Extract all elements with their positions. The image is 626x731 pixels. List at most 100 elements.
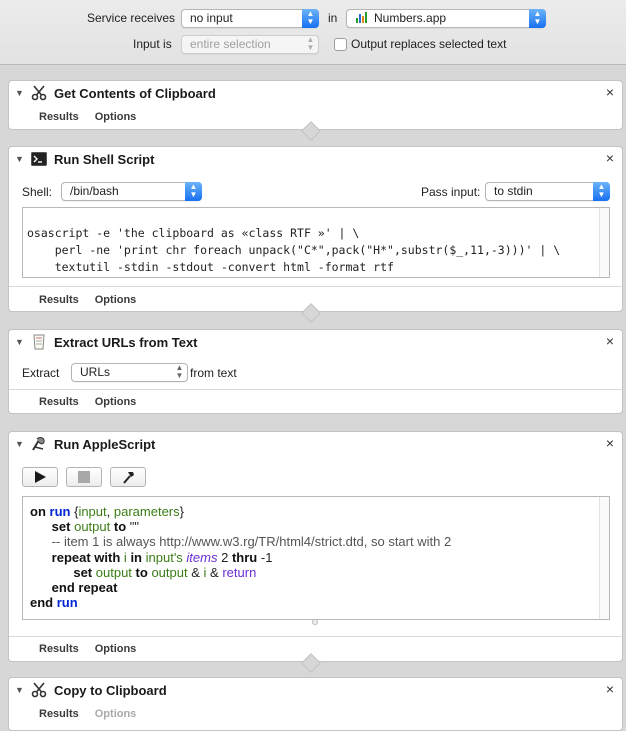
action-tabs: Results Options [39, 396, 152, 408]
close-icon[interactable]: × [606, 84, 614, 100]
operator: & [210, 564, 219, 580]
action-title: Copy to Clipboard [54, 683, 167, 698]
var-input: input's [145, 549, 183, 565]
from-text-label: from text [190, 366, 237, 380]
tabs-divider [9, 389, 622, 390]
shell-script-editor[interactable]: osascript -e 'the clipboard as «class RT… [22, 207, 610, 278]
close-icon[interactable]: × [606, 150, 614, 166]
const-return: return [222, 564, 257, 580]
action-run-shell-script: ▼ Run Shell Script × Shell: /bin/bash ▲ ▼… [8, 146, 623, 312]
service-header: Service receives no input ▲ ▼ in Numbers.… [0, 0, 626, 65]
action-tabs: Results Options [39, 643, 152, 655]
run-button[interactable] [22, 467, 58, 487]
input-is-label: Input is [133, 37, 172, 51]
code-line: textutil -stdin -stdout -convert html -f… [27, 260, 394, 274]
options-tab[interactable]: Options [95, 111, 137, 123]
scissors-icon [31, 85, 47, 101]
action-tabs: Results Options [39, 111, 152, 123]
kw-in: in [130, 549, 142, 565]
string-literal: "" [129, 519, 140, 535]
shell-label: Shell: [22, 185, 53, 199]
action-run-applescript: ▼ Run AppleScript × on run {input, param… [8, 431, 623, 662]
results-tab[interactable]: Results [39, 643, 79, 655]
pass-input-label: Pass input: [421, 185, 481, 199]
results-tab[interactable]: Results [39, 708, 79, 720]
output-replaces-label: Output replaces selected text [351, 37, 507, 51]
collapse-triangle-icon[interactable]: ▼ [15, 337, 24, 347]
action-get-clipboard: ▼ Get Contents of Clipboard × Results Opt… [8, 80, 623, 130]
tabs-divider [9, 286, 622, 287]
tabs-divider [9, 636, 622, 637]
action-title: Run AppleScript [54, 437, 156, 452]
compile-button[interactable] [110, 467, 146, 487]
app-value: Numbers.app [374, 11, 447, 25]
number: 2 [221, 549, 229, 565]
options-tab[interactable]: Options [95, 643, 137, 655]
collapse-triangle-icon[interactable]: ▼ [15, 685, 24, 695]
run-icon [35, 471, 46, 483]
action-title: Extract URLs from Text [54, 335, 198, 350]
results-tab[interactable]: Results [39, 396, 79, 408]
shell-popup[interactable]: /bin/bash ▲ ▼ [61, 182, 202, 201]
applescript-editor[interactable]: on run {input, parameters} set output to… [22, 496, 610, 620]
comment: -- item 1 is always http://www.w3.rg/TR/… [51, 534, 452, 550]
code-line: on run {input, parameters} [30, 504, 602, 519]
popup-arrows-icon: ▲ ▼ [302, 9, 319, 28]
extract-label: Extract [22, 366, 60, 380]
kw-set: set [73, 564, 93, 580]
popup-arrows-icon: ▲ ▼ [593, 182, 610, 201]
options-tab[interactable]: Options [95, 708, 137, 720]
hammer-icon [123, 472, 134, 484]
close-icon[interactable]: × [606, 681, 614, 697]
action-title: Get Contents of Clipboard [54, 86, 216, 101]
stop-icon [78, 471, 90, 483]
popup-arrows-icon: ▲ ▼ [306, 35, 315, 52]
kw-run: run [49, 504, 71, 519]
collapse-triangle-icon[interactable]: ▼ [15, 154, 24, 164]
pass-input-popup[interactable]: to stdin ▲ ▼ [485, 182, 610, 201]
action-copy-clipboard: ▼ Copy to Clipboard × Results Options [8, 677, 623, 731]
var-output: output [151, 564, 188, 580]
app-popup[interactable]: Numbers.app ▲ ▼ [346, 9, 546, 28]
kw-repeat-with: repeat with [51, 549, 121, 565]
close-icon[interactable]: × [606, 435, 614, 451]
resize-handle[interactable] [312, 619, 318, 625]
code-line: end run [30, 595, 602, 610]
numbers-app-icon [355, 11, 368, 23]
code-line: -- item 1 is always http://www.w3.rg/TR/… [30, 534, 602, 549]
input-is-value: entire selection [190, 37, 271, 51]
popup-arrows-icon: ▲ ▼ [185, 182, 202, 201]
var-i: i [203, 564, 207, 580]
pass-input-value: to stdin [494, 184, 533, 198]
code-line: perl -ne 'print chr foreach unpack("C*",… [27, 243, 561, 257]
results-tab[interactable]: Results [39, 294, 79, 306]
vertical-scrollbar[interactable] [599, 497, 609, 619]
kw-end-repeat: end repeat [51, 580, 118, 596]
kw-set: set [51, 519, 71, 535]
extract-popup[interactable]: URLs ▲ ▼ [71, 363, 188, 382]
options-tab[interactable]: Options [95, 294, 137, 306]
applescript-icon [32, 437, 45, 451]
output-replaces-checkbox[interactable] [334, 38, 347, 51]
kw-to: to [113, 519, 127, 535]
extract-value: URLs [80, 365, 111, 379]
number: -1 [260, 549, 273, 565]
kw-on: on [30, 504, 46, 519]
kw-end: end [30, 595, 54, 611]
code-line: set output to output & i & return [30, 565, 602, 580]
kw-to: to [135, 564, 148, 580]
close-icon[interactable]: × [606, 333, 614, 349]
collapse-triangle-icon[interactable]: ▼ [15, 88, 24, 98]
results-tab[interactable]: Results [39, 111, 79, 123]
code-line: repeat with i in input's items 2 thru -1 [30, 550, 602, 565]
input-is-popup[interactable]: entire selection ▲ ▼ [181, 35, 319, 54]
script-toolbar [22, 467, 162, 487]
var-parameters: parameters [113, 504, 180, 519]
service-receives-popup[interactable]: no input ▲ ▼ [181, 9, 319, 28]
collapse-triangle-icon[interactable]: ▼ [15, 439, 24, 449]
punct: } [179, 504, 184, 519]
vertical-scrollbar[interactable] [599, 208, 609, 277]
stop-button[interactable] [66, 467, 102, 487]
options-tab[interactable]: Options [95, 396, 137, 408]
service-receives-value: no input [190, 11, 233, 25]
